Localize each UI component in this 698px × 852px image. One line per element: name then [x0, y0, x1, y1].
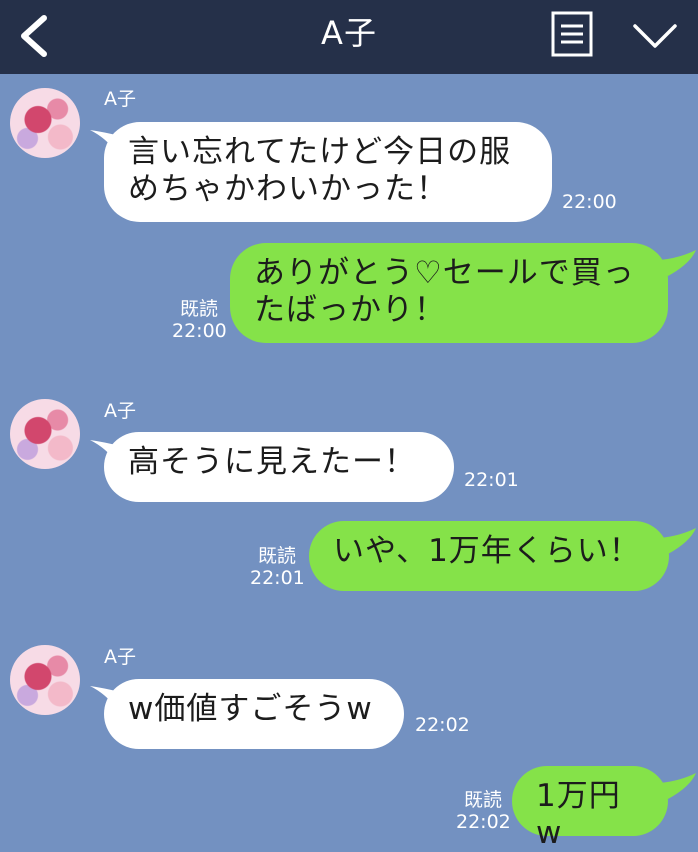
avatar[interactable] — [10, 399, 80, 469]
read-label: 既読 — [257, 545, 296, 567]
message-bubble[interactable]: 1万円w — [512, 766, 668, 851]
sender-name: A子 — [104, 400, 136, 422]
chevron-down-icon[interactable] — [632, 22, 678, 50]
read-receipt: 既読 22:02 — [456, 789, 511, 833]
message-time: 22:01 — [250, 567, 305, 589]
message-bubble[interactable]: ありがとう♡セールで買っ たばっかり！ — [230, 243, 668, 343]
message-text-line: たばっかり！ — [254, 292, 446, 328]
message-bubble[interactable]: w価値すごそうw — [104, 679, 404, 749]
message-time: 22:00 — [172, 320, 227, 342]
message-time: 22:01 — [464, 469, 519, 491]
menu-icon[interactable] — [551, 11, 593, 57]
read-label: 既読 — [463, 789, 502, 811]
chat-title: A子 — [321, 14, 377, 52]
message-bubble[interactable]: いや、1万年くらい！ — [309, 521, 669, 591]
message-time: 22:02 — [456, 811, 511, 833]
bubble-tail — [660, 773, 696, 799]
sender-name: A子 — [104, 646, 136, 668]
message-bubble[interactable]: 高そうに見えたー！ — [104, 432, 454, 502]
read-receipt: 既読 22:00 — [172, 298, 227, 342]
message-time: 22:00 — [562, 191, 617, 213]
message-time: 22:02 — [415, 714, 470, 736]
bubble-tail — [660, 250, 696, 276]
chat-header: A子 — [0, 0, 698, 74]
sender-name: A子 — [104, 88, 136, 110]
avatar[interactable] — [10, 645, 80, 715]
message-text-line: ありがとう♡セールで買っ — [254, 255, 635, 291]
read-receipt: 既読 22:01 — [250, 545, 305, 589]
bubble-tail — [660, 528, 696, 554]
message-text-line: 言い忘れてたけど今日の服 — [128, 134, 512, 170]
message-bubble[interactable]: 言い忘れてたけど今日の服 めちゃかわいかった！ — [104, 122, 552, 222]
avatar[interactable] — [10, 88, 80, 158]
read-label: 既読 — [179, 298, 218, 320]
message-text-line: めちゃかわいかった！ — [128, 171, 448, 207]
